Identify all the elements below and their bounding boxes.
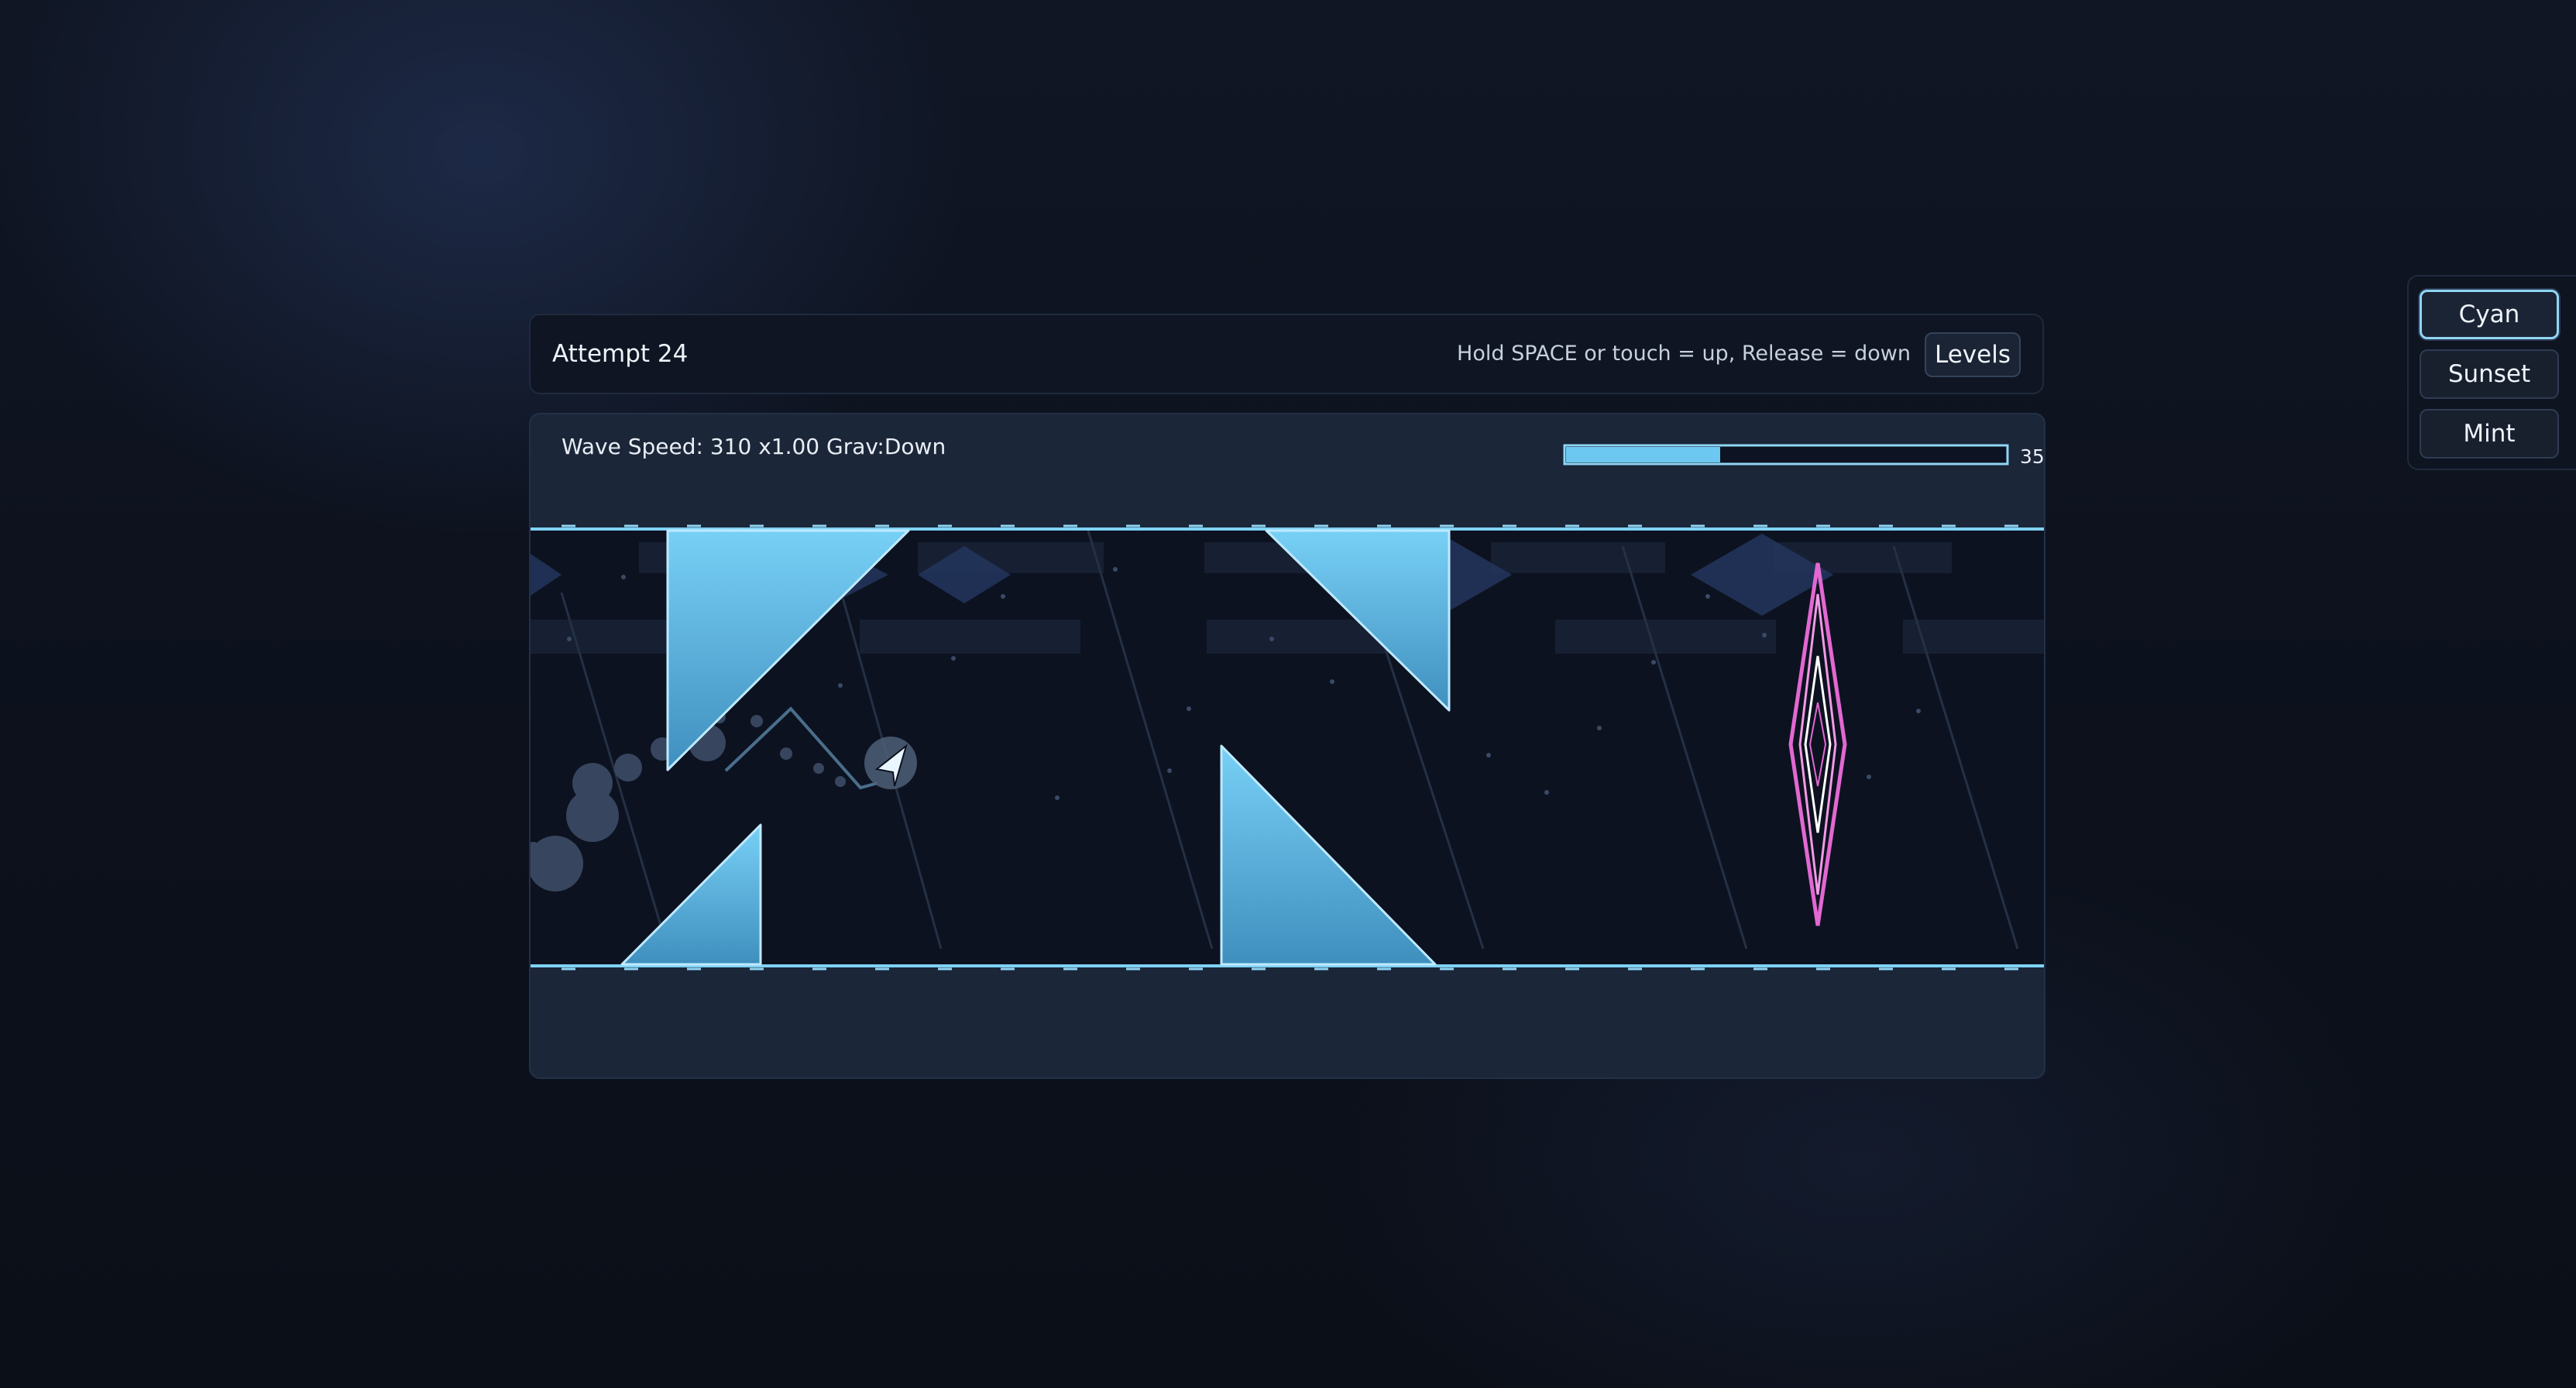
theme-cyan-button[interactable]: Cyan [2420,290,2559,339]
game-scene: Wave Speed: 310 x1.00 Grav:Down 35% [531,434,2045,971]
theme-selector: Cyan Sunset Mint [2407,275,2576,470]
theme-sunset-button[interactable]: Sunset [2420,349,2559,399]
levels-button[interactable]: Levels [1925,332,2021,377]
game-canvas[interactable]: Wave Speed: 310 x1.00 Grav:Down 35% [529,413,2045,1079]
progress-fill [1566,447,1720,462]
progress-percent: 35% [2020,445,2045,468]
hud-status: Wave Speed: 310 x1.00 Grav:Down [562,434,946,459]
controls-hint: Hold SPACE or touch = up, Release = down [1457,342,1911,366]
attempt-counter: Attempt 24 [552,340,689,368]
theme-mint-button[interactable]: Mint [2420,409,2559,459]
top-bar: Attempt 24 Hold SPACE or touch = up, Rel… [529,314,2044,394]
